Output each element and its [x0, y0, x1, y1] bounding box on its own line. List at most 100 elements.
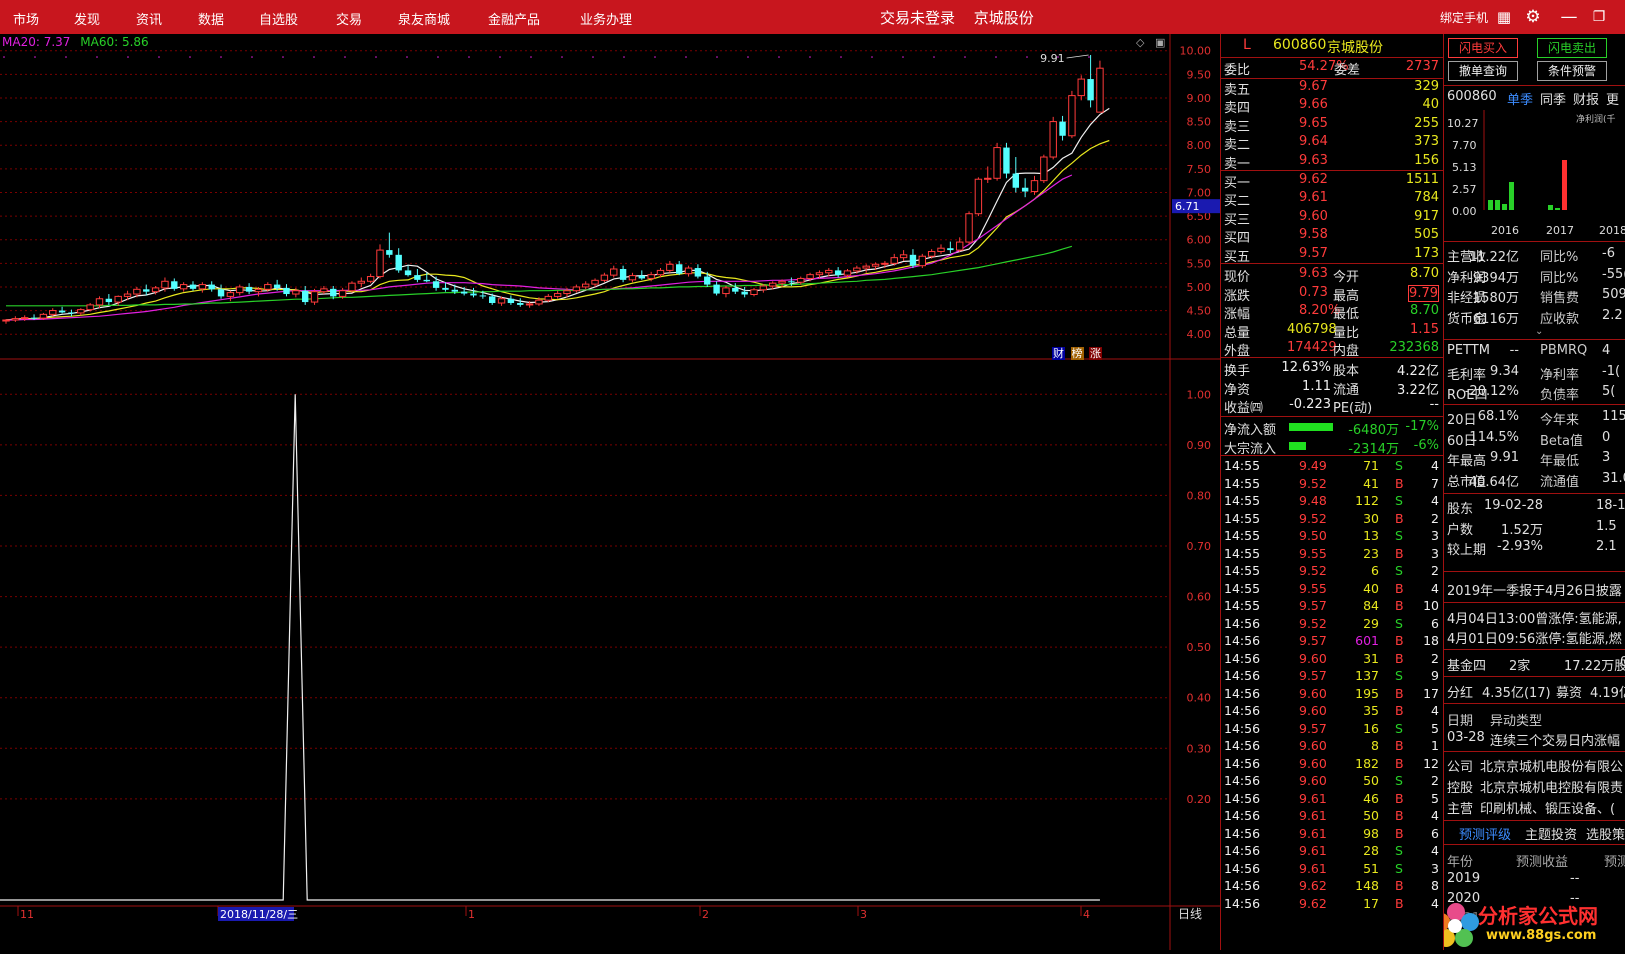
- ranking-badge[interactable]: 榜: [1070, 347, 1084, 360]
- stat2-label: 股本: [1333, 364, 1360, 379]
- stat2-row: 换手 12.63% 股本 4.22亿: [1221, 360, 1443, 379]
- ratio-label: PETTM: [1447, 343, 1490, 358]
- profit-bar: [1495, 200, 1500, 210]
- tick-row[interactable]: 14:55 9.52 30 B 2: [1221, 511, 1443, 528]
- flash-buy-button[interactable]: 闪电买入: [1448, 38, 1518, 58]
- menu-trade[interactable]: 交易: [336, 9, 362, 28]
- tick-row[interactable]: 14:56 9.62 148 B 8: [1221, 878, 1443, 895]
- ask-row[interactable]: 卖一 9.63 156: [1221, 153, 1443, 172]
- company-value[interactable]: 北京京城机电控股有限责: [1480, 777, 1623, 796]
- tick-count: 5: [1431, 790, 1439, 806]
- tick-row[interactable]: 14:56 9.57 601 B 18: [1221, 633, 1443, 650]
- tick-row[interactable]: 14:56 9.61 98 B 6: [1221, 826, 1443, 843]
- restore-icon[interactable]: ❐: [1589, 7, 1609, 27]
- tick-volume: 16: [1363, 720, 1379, 736]
- menu-market[interactable]: 市场: [13, 9, 39, 28]
- tick-count: 4: [1431, 493, 1439, 508]
- menu-business[interactable]: 业务办理: [580, 9, 632, 28]
- bid-row[interactable]: 买二 9.61 784: [1221, 190, 1443, 209]
- tick-row[interactable]: 14:56 9.60 8 B 1: [1221, 738, 1443, 755]
- tick-row[interactable]: 14:56 9.57 137 S 9: [1221, 668, 1443, 685]
- menu-news[interactable]: 资讯: [136, 9, 162, 28]
- bid-row[interactable]: 买一 9.62 1511: [1221, 172, 1443, 191]
- tick-row[interactable]: 14:56 9.60 35 B 4: [1221, 703, 1443, 720]
- tick-row[interactable]: 14:55 9.50 13 S 3: [1221, 528, 1443, 545]
- tick-price: 9.60: [1299, 685, 1327, 701]
- bid-row[interactable]: 买四 9.58 505: [1221, 227, 1443, 246]
- limit-up-badge[interactable]: 涨: [1089, 347, 1102, 360]
- bid-row[interactable]: 买三 9.60 917: [1221, 209, 1443, 228]
- menu-financial-products[interactable]: 金融产品: [488, 9, 540, 28]
- candle-body-up: [348, 282, 356, 292]
- finance-badge[interactable]: 财: [1052, 347, 1065, 360]
- event-1[interactable]: 4月01日09:56涨停:氢能源,燃: [1447, 628, 1622, 647]
- f10-code: 600860: [1447, 89, 1497, 104]
- tab-report[interactable]: 财报: [1573, 89, 1599, 108]
- ask-row[interactable]: 卖三 9.65 255: [1221, 116, 1443, 135]
- tick-row[interactable]: 14:55 9.55 40 B 4: [1221, 581, 1443, 598]
- ask-row[interactable]: 卖二 9.64 373: [1221, 134, 1443, 153]
- tick-row[interactable]: 14:56 9.57 16 S 5: [1221, 721, 1443, 738]
- flash-sell-button[interactable]: 闪电卖出: [1537, 38, 1607, 58]
- tick-row[interactable]: 14:55 9.49 71 S 4: [1221, 458, 1443, 475]
- bind-phone-link[interactable]: 绑定手机: [1440, 9, 1488, 26]
- candle-body-up: [937, 247, 945, 253]
- watermark-logo: 分析家公式网 www.88gs.com: [1444, 896, 1625, 950]
- login-status[interactable]: 交易未登录: [880, 9, 955, 27]
- tab-theme-invest[interactable]: 主题投资: [1525, 824, 1577, 843]
- menu-mall[interactable]: 泉友商城: [398, 9, 450, 28]
- minimize-icon[interactable]: —: [1559, 7, 1579, 27]
- kline-chart[interactable]: 10.009.509.008.508.007.507.006.506.005.5…: [0, 34, 1220, 950]
- tick-row[interactable]: 14:56 9.52 29 S 6: [1221, 616, 1443, 633]
- perf-label-2: 年最低: [1540, 454, 1580, 469]
- tick-row[interactable]: 14:55 9.55 23 B 3: [1221, 546, 1443, 563]
- tick-row[interactable]: 14:55 9.48 112 S 4: [1221, 493, 1443, 510]
- candle-body-up: [254, 288, 263, 293]
- tick-volume: 195: [1355, 685, 1379, 701]
- quote-header: L 600860 京城股份: [1221, 37, 1443, 57]
- tick-volume: 29: [1363, 615, 1379, 631]
- tick-row[interactable]: 14:56 9.62 17 B 4: [1221, 896, 1443, 913]
- grid-layout-icon[interactable]: ▦: [1494, 7, 1514, 27]
- candle-body-down: [283, 287, 290, 295]
- event-0[interactable]: 4月04日13:00曾涨停:氢能源,: [1447, 608, 1622, 627]
- tab-more[interactable]: 更: [1606, 89, 1619, 108]
- tick-row[interactable]: 14:56 9.60 195 B 17: [1221, 686, 1443, 703]
- condition-alert-button[interactable]: 条件预警: [1537, 61, 1607, 81]
- report-notice[interactable]: 2019年一季报于4月26日披露: [1447, 580, 1622, 599]
- stat2-label: 收益㈣: [1224, 401, 1264, 416]
- tab-forecast-rating[interactable]: 预测评级: [1459, 824, 1511, 843]
- fin-value-2: -55(: [1602, 266, 1625, 282]
- menu-watchlist[interactable]: 自选股: [259, 9, 298, 28]
- chart-area[interactable]: 10.00 9.50 9.00 8.50 8.00 7.50 7.00 6.50 6.00 5.5…: [0, 34, 1220, 950]
- tab-same-quarter[interactable]: 同季: [1540, 89, 1566, 108]
- tick-row[interactable]: 14:56 9.60 50 S 2: [1221, 773, 1443, 790]
- bid-row[interactable]: 买五 9.57 173: [1221, 246, 1443, 265]
- gear-icon[interactable]: ⚙: [1523, 7, 1543, 27]
- menu-discover[interactable]: 发现: [74, 9, 100, 28]
- tick-row[interactable]: 14:56 9.61 46 B 5: [1221, 791, 1443, 808]
- abnormal-type[interactable]: 连续三个交易日内涨幅: [1490, 730, 1620, 749]
- candle-body-up: [151, 287, 160, 293]
- tab-stock-strategy[interactable]: 选股策: [1586, 824, 1625, 843]
- tick-price: 9.62: [1299, 895, 1327, 911]
- menu-data[interactable]: 数据: [198, 9, 224, 28]
- tick-row[interactable]: 14:56 9.61 28 S 4: [1221, 843, 1443, 860]
- ask-row[interactable]: 卖五 9.67 329: [1221, 79, 1443, 98]
- company-value[interactable]: 印刷机械、锻压设备、(: [1480, 798, 1615, 817]
- tick-time: 14:55: [1224, 563, 1261, 578]
- expand-chevron-icon[interactable]: ⌄: [1535, 326, 1543, 337]
- tick-row[interactable]: 14:55 9.52 41 B 7: [1221, 476, 1443, 493]
- tick-side: B: [1395, 545, 1404, 561]
- tick-count: 4: [1431, 808, 1439, 823]
- tick-row[interactable]: 14:56 9.60 31 B 2: [1221, 651, 1443, 668]
- cancel-query-button[interactable]: 撤单查询: [1448, 61, 1518, 81]
- tick-row[interactable]: 14:56 9.61 50 B 4: [1221, 808, 1443, 825]
- tab-single-quarter[interactable]: 单季: [1507, 89, 1533, 108]
- ask-row[interactable]: 卖四 9.66 40: [1221, 97, 1443, 116]
- tick-row[interactable]: 14:55 9.52 6 S 2: [1221, 563, 1443, 580]
- company-value[interactable]: 北京京城机电股份有限公: [1480, 756, 1623, 775]
- tick-row[interactable]: 14:55 9.57 84 B 10: [1221, 598, 1443, 615]
- tick-row[interactable]: 14:56 9.60 182 B 12: [1221, 756, 1443, 773]
- tick-row[interactable]: 14:56 9.61 51 S 3: [1221, 861, 1443, 878]
